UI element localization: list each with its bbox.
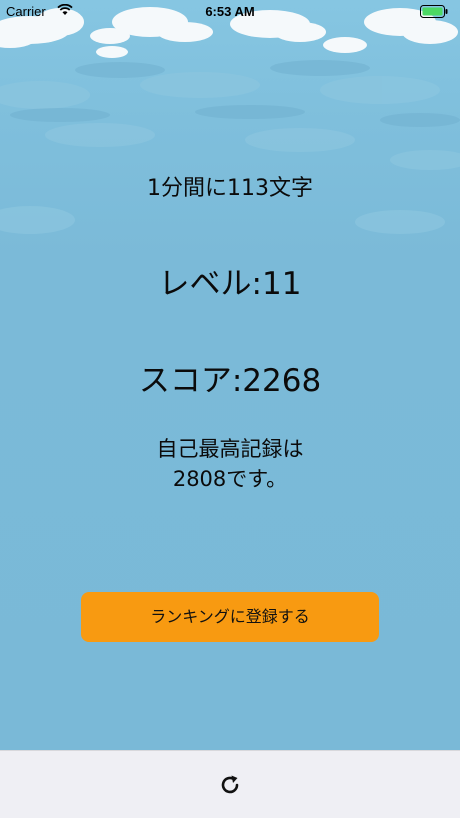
bottom-toolbar bbox=[0, 750, 460, 818]
battery-icon bbox=[420, 5, 448, 21]
level-text: レベル:11 bbox=[158, 266, 302, 302]
reload-icon[interactable] bbox=[218, 773, 242, 797]
score-text: スコア:2268 bbox=[138, 363, 322, 399]
typing-rate-text: 1分間に113文字 bbox=[147, 176, 313, 201]
best-record-text: 自己最高記録は 2808です。 bbox=[0, 434, 460, 494]
status-bar: Carrier 6:53 AM bbox=[0, 0, 460, 24]
best-record-line-1: 自己最高記録は bbox=[156, 437, 304, 461]
register-ranking-button[interactable]: ランキングに登録する bbox=[81, 592, 379, 642]
best-record-line-2: 2808です。 bbox=[172, 467, 288, 491]
clock: 6:53 AM bbox=[205, 4, 255, 19]
